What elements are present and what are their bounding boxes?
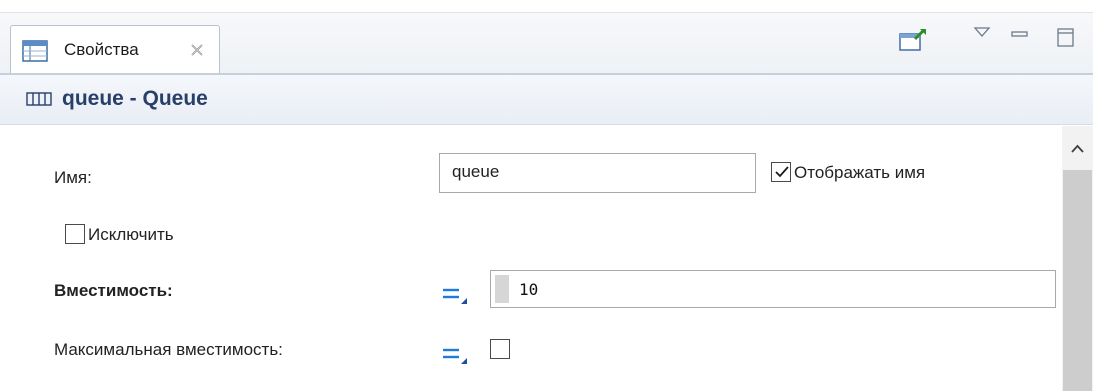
capacity-value: 10 bbox=[519, 280, 539, 299]
name-label: Имя: bbox=[54, 168, 92, 187]
properties-table-icon bbox=[22, 40, 48, 67]
page-title: queue - Queue bbox=[62, 87, 208, 110]
vertical-scrollbar[interactable] bbox=[1062, 126, 1093, 391]
show-name-label: Отображать имя bbox=[794, 163, 926, 182]
tab-properties[interactable]: Свойства bbox=[10, 25, 220, 76]
view-tab-bar: Свойства bbox=[0, 12, 1093, 76]
properties-title-bar: queue - Queue bbox=[0, 75, 1093, 125]
checkmark-icon bbox=[773, 163, 791, 186]
tab-label: Свойства bbox=[64, 40, 139, 59]
maximize-icon[interactable] bbox=[1056, 27, 1076, 54]
scroll-up-icon[interactable] bbox=[1062, 136, 1093, 162]
exclude-label: Исключить bbox=[88, 225, 174, 244]
name-field[interactable]: queue bbox=[439, 153, 756, 193]
properties-panel: Имя: queue Отображать имя Исключить Вмес… bbox=[0, 126, 1062, 391]
queue-block-icon bbox=[26, 92, 52, 111]
scrollbar-thumb[interactable] bbox=[1063, 170, 1092, 391]
properties-view: Свойства queue - Queue Имя: queue Отобра… bbox=[0, 0, 1093, 391]
name-value: queue bbox=[452, 162, 500, 181]
capacity-field[interactable]: 10 bbox=[490, 270, 1056, 308]
view-menu-icon[interactable] bbox=[973, 25, 991, 43]
expression-mode-icon[interactable] bbox=[441, 342, 469, 371]
minimize-icon[interactable] bbox=[1010, 27, 1030, 45]
max-capacity-label: Максимальная вместимость: bbox=[54, 340, 283, 359]
expression-mode-icon[interactable] bbox=[441, 282, 469, 311]
show-name-checkbox[interactable] bbox=[771, 162, 791, 182]
pin-editor-icon[interactable] bbox=[898, 27, 928, 58]
max-capacity-checkbox[interactable] bbox=[490, 339, 510, 359]
capacity-label: Вместимость: bbox=[54, 281, 173, 300]
exclude-checkbox[interactable] bbox=[65, 224, 85, 244]
code-gutter bbox=[495, 275, 509, 303]
close-icon[interactable] bbox=[189, 42, 205, 63]
